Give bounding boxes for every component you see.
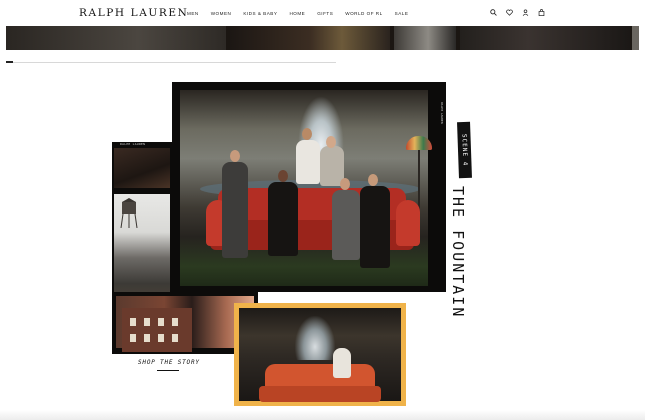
carousel-image[interactable]	[632, 26, 639, 50]
tiffany-lamp	[406, 136, 432, 150]
scene-title: THE FOUNTAIN	[449, 186, 467, 319]
nav-world-of-rl[interactable]: WORLD OF RL	[345, 11, 382, 16]
window	[144, 334, 150, 342]
window	[172, 318, 178, 326]
main-nav: MEN WOMEN KIDS & BABY HOME GIFTS WORLD O…	[187, 11, 420, 16]
nav-men[interactable]: MEN	[187, 11, 199, 16]
bag-icon[interactable]	[538, 9, 545, 16]
nav-women[interactable]: WOMEN	[211, 11, 232, 16]
window	[158, 334, 164, 342]
person-head	[368, 174, 378, 186]
carousel-image[interactable]	[460, 26, 630, 50]
window	[172, 334, 178, 342]
nav-gifts[interactable]: GIFTS	[317, 11, 333, 16]
nav-kids-baby[interactable]: KIDS & BABY	[243, 11, 277, 16]
brick-building	[122, 308, 192, 352]
shop-the-story-link[interactable]: SHOP THE STORY	[138, 359, 200, 366]
carousel-image[interactable]	[230, 26, 390, 50]
person	[360, 186, 390, 268]
gold-frame[interactable]	[234, 303, 406, 406]
water-tower-illustration	[120, 198, 138, 228]
scene-tag: SCENE 4	[457, 121, 472, 179]
nav-sale[interactable]: SALE	[395, 11, 409, 16]
page-fold	[0, 410, 645, 420]
scene-photo-orange-sofa[interactable]	[239, 308, 401, 402]
scene-photo-fountain-group[interactable]	[180, 90, 432, 286]
heart-icon[interactable]	[506, 9, 513, 16]
person-head	[340, 178, 350, 190]
person	[332, 190, 360, 260]
person-head	[326, 136, 336, 148]
film-frame-main[interactable]: RALPH LAUREN	[172, 82, 446, 292]
scene-number: SCENE 4	[460, 133, 469, 167]
person	[333, 348, 351, 378]
person	[296, 140, 320, 184]
scene-photo-interior	[114, 148, 170, 188]
person	[222, 162, 248, 258]
person-head	[230, 150, 240, 162]
person-head	[302, 128, 312, 140]
brand-logo[interactable]: RALPH LAUREN	[79, 7, 188, 19]
window	[130, 334, 136, 342]
search-icon[interactable]	[490, 9, 497, 16]
carousel-progress-fill	[6, 61, 13, 63]
image-carousel-strip[interactable]	[6, 26, 639, 50]
person	[268, 182, 298, 256]
fountain	[295, 316, 335, 360]
carousel-image[interactable]	[6, 26, 226, 50]
person-head	[278, 170, 288, 182]
shop-link-underline	[157, 370, 179, 371]
carousel-progress-track[interactable]	[6, 61, 336, 63]
red-sofa-arm	[396, 200, 420, 246]
window	[144, 318, 150, 326]
orange-sofa-seat	[259, 386, 381, 402]
window	[158, 318, 164, 326]
window	[130, 318, 136, 326]
film-edge-label: RALPH LAUREN	[120, 142, 146, 146]
site-header: RALPH LAUREN MEN WOMEN KIDS & BABY HOME …	[0, 0, 645, 26]
carousel-image[interactable]	[394, 26, 456, 50]
nav-home[interactable]: HOME	[289, 11, 305, 16]
film-edge-label: RALPH LAUREN	[440, 102, 444, 124]
header-icons	[490, 9, 545, 16]
account-icon[interactable]	[522, 9, 529, 16]
